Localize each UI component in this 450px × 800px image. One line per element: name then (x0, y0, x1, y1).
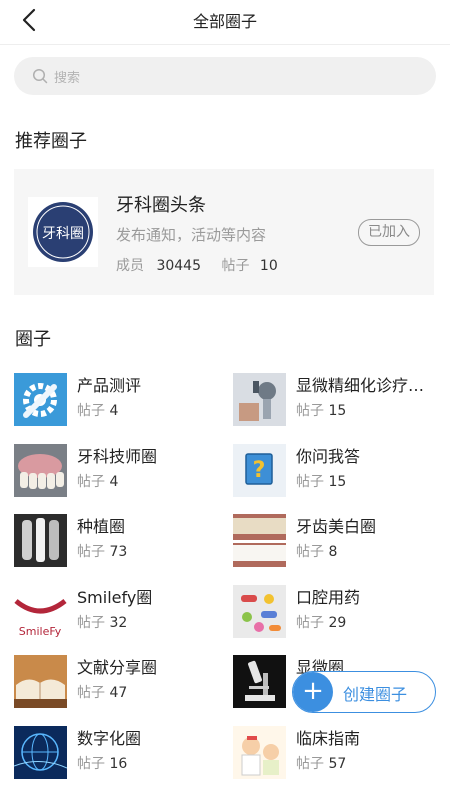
circle-posts: 帖子 57 (296, 756, 347, 772)
circle-item[interactable]: 牙齿美白圈 帖子 8 (233, 511, 443, 571)
xray-photo (14, 514, 67, 567)
smilefy-logo-text: SmileFy (19, 625, 62, 638)
plus-icon: + (293, 672, 333, 712)
circle-item[interactable]: 显微精细化诊疗… 帖子 15 (233, 370, 443, 430)
circle-item[interactable]: 数字化圈 帖子 16 (14, 723, 224, 783)
circle-name: 种植圈 (77, 517, 126, 536)
recommended-circle-card[interactable]: 牙科圈 牙科圈头条 发布通知，活动等内容 成员 30445 帖子 10 已加入 (14, 169, 434, 295)
circle-logo-text: 牙科圈 (42, 226, 84, 242)
recommended-section-title: 推荐圈子 (15, 131, 87, 152)
circle-posts: 帖子 29 (296, 615, 347, 631)
circle-name: 牙齿美白圈 (296, 517, 377, 536)
circle-name: 产品测评 (77, 376, 142, 395)
circle-item[interactable]: 临床指南 帖子 57 (233, 723, 443, 783)
circles-section-title: 圈子 (15, 329, 51, 350)
pills-photo (233, 585, 286, 638)
svg-text:?: ? (253, 458, 266, 483)
members-label: 成员 (116, 258, 144, 274)
doctor-cartoon (233, 726, 286, 779)
recommended-circle-description: 发布通知，活动等内容 (116, 226, 267, 244)
circle-item[interactable]: 口腔用药 帖子 29 (233, 582, 443, 642)
book-photo (14, 655, 67, 708)
teeth-photo (233, 514, 286, 567)
circle-name: 你问我答 (296, 447, 361, 466)
circle-logo: 牙科圈 (28, 197, 98, 267)
top-bar: 全部圈子 (0, 0, 450, 45)
circle-name: 数字化圈 (77, 729, 142, 748)
search-input[interactable]: 搜索 (14, 57, 436, 95)
wrench-gear-icon (14, 373, 67, 426)
microscope-icon (233, 655, 286, 708)
circle-posts: 帖子 4 (77, 474, 119, 490)
search-icon (32, 68, 48, 84)
circle-item[interactable]: 文献分享圈 帖子 47 (14, 652, 224, 712)
smilefy-logo: SmileFy (14, 585, 67, 638)
digital-globe-photo (14, 726, 67, 779)
page-title: 全部圈子 (192, 12, 257, 31)
circle-posts: 帖子 15 (296, 474, 347, 490)
search-placeholder: 搜索 (54, 71, 81, 86)
circle-posts: 帖子 47 (77, 685, 128, 701)
circle-name: 临床指南 (296, 729, 361, 748)
circle-posts: 帖子 8 (296, 544, 338, 560)
circle-item[interactable]: 种植圈 帖子 73 (14, 511, 224, 571)
recommended-circle-stats: 成员 30445 帖子 10 (116, 255, 278, 275)
circle-posts: 帖子 15 (296, 403, 347, 419)
circle-name: 显微精细化诊疗… (296, 376, 425, 395)
circle-name: 口腔用药 (296, 588, 361, 607)
circle-posts: 帖子 32 (77, 615, 128, 631)
circle-name: 牙科技师圈 (77, 447, 158, 466)
microscope-photo (233, 373, 286, 426)
create-circle-label: 创建圈子 (343, 685, 408, 704)
posts-label: 帖子 (221, 258, 250, 274)
circle-item[interactable]: 产品测评 帖子 4 (14, 370, 224, 430)
circle-item[interactable]: SmileFy Smilefy圈 帖子 32 (14, 582, 224, 642)
circle-item[interactable]: 牙科技师圈 帖子 4 (14, 441, 224, 501)
recommended-circle-name: 牙科圈头条 (116, 195, 206, 216)
posts-count: 10 (259, 258, 278, 274)
members-count: 30445 (156, 258, 201, 274)
circle-name: 文献分享圈 (77, 658, 158, 677)
circle-item[interactable]: ? 你问我答 帖子 15 (233, 441, 443, 501)
create-circle-button[interactable]: + 创建圈子 (292, 671, 436, 713)
joined-button[interactable]: 已加入 (358, 219, 420, 246)
question-mark-icon: ? (233, 444, 286, 497)
circle-posts: 帖子 4 (77, 403, 119, 419)
circle-posts: 帖子 16 (77, 756, 128, 772)
denture-photo (14, 444, 67, 497)
circle-name: Smilefy圈 (77, 588, 153, 607)
circle-posts: 帖子 73 (77, 544, 128, 560)
